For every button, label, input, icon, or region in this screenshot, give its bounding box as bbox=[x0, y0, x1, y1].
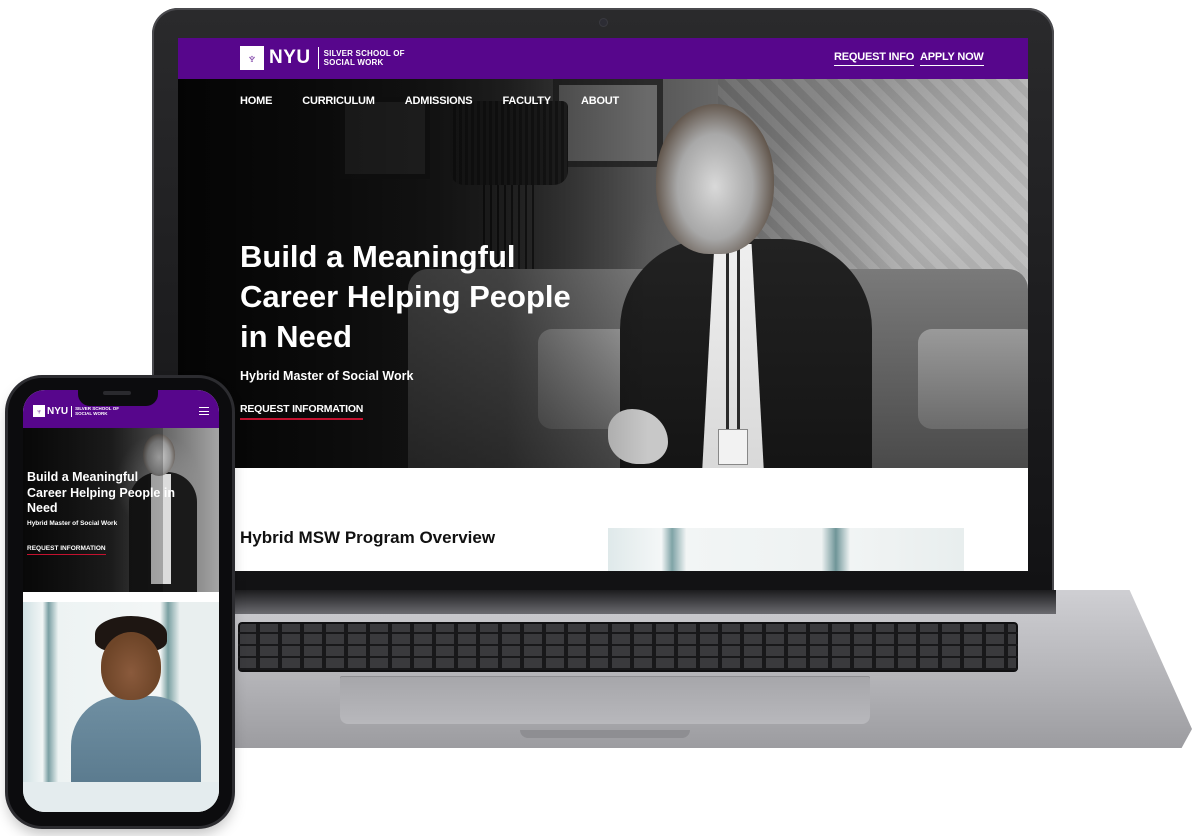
phone-request-information-button[interactable]: REQUEST INFORMATION bbox=[27, 545, 106, 555]
phone-logo-divider bbox=[71, 405, 73, 417]
nav-item-curriculum[interactable]: CURRICULUM bbox=[302, 95, 375, 107]
nav-item-about[interactable]: ABOUT bbox=[581, 95, 619, 107]
nav-item-home[interactable]: HOME bbox=[240, 95, 272, 107]
laptop-lip bbox=[520, 730, 690, 738]
phone-photo-person-head bbox=[101, 632, 161, 700]
site-header: ♆ NYU SILVER SCHOOL OF SOCIAL WORK REQUE… bbox=[178, 38, 1028, 79]
laptop-keyboard bbox=[238, 622, 1018, 672]
apply-now-link[interactable]: APPLY NOW bbox=[920, 51, 984, 66]
hero-section: HOME CURRICULUM ADMISSIONS FACULTY ABOUT… bbox=[178, 79, 1028, 468]
torch-icon: ♆ bbox=[33, 405, 45, 417]
hero-subtitle: Hybrid Master of Social Work bbox=[240, 369, 414, 383]
phone-logo-school-name: SILVER SCHOOL OF SOCIAL WORK bbox=[75, 406, 119, 416]
request-info-link[interactable]: REQUEST INFO bbox=[834, 51, 914, 66]
phone-hero-subtitle: Hybrid Master of Social Work bbox=[27, 520, 118, 527]
hero-person-badge bbox=[718, 429, 748, 465]
overview-title: Hybrid MSW Program Overview bbox=[240, 528, 496, 547]
nyu-logo[interactable]: ♆ NYU SILVER SCHOOL OF SOCIAL WORK bbox=[240, 46, 414, 70]
logo-divider bbox=[317, 47, 319, 69]
phone-screen: ♆ NYU SILVER SCHOOL OF SOCIAL WORK Build… bbox=[23, 390, 219, 812]
phone-hero-title: Build a Meaningful Career Helping People… bbox=[27, 470, 175, 515]
phone-logo-nyu-text: NYU bbox=[47, 405, 69, 417]
hero-person-lanyard bbox=[726, 249, 740, 434]
laptop-camera bbox=[600, 19, 607, 26]
hero-person-head bbox=[656, 104, 774, 254]
overview-photo bbox=[608, 528, 964, 571]
phone-speaker bbox=[103, 391, 131, 395]
request-information-button[interactable]: REQUEST INFORMATION bbox=[240, 403, 363, 420]
laptop-hinge bbox=[232, 590, 1056, 614]
logo-school-name: SILVER SCHOOL OF SOCIAL WORK bbox=[323, 49, 405, 67]
torch-icon: ♆ bbox=[240, 46, 264, 70]
nav-item-faculty[interactable]: FACULTY bbox=[502, 95, 551, 107]
phone-photo-table bbox=[23, 782, 219, 812]
logo-nyu-text: NYU bbox=[269, 47, 311, 68]
phone-student-photo bbox=[23, 602, 219, 812]
hamburger-menu-icon[interactable] bbox=[199, 407, 209, 415]
hero-cushion bbox=[918, 329, 1028, 429]
main-nav: HOME CURRICULUM ADMISSIONS FACULTY ABOUT bbox=[240, 95, 649, 107]
phone-nyu-logo[interactable]: ♆ NYU SILVER SCHOOL OF SOCIAL WORK bbox=[33, 405, 123, 417]
nav-item-admissions[interactable]: ADMISSIONS bbox=[405, 95, 473, 107]
laptop-trackpad bbox=[340, 676, 870, 724]
laptop-screen: ♆ NYU SILVER SCHOOL OF SOCIAL WORK REQUE… bbox=[178, 38, 1028, 571]
phone-hero-section: Build a Meaningful Career Helping People… bbox=[23, 428, 219, 592]
hero-title: Build a Meaningful Career Helping People… bbox=[240, 239, 571, 354]
